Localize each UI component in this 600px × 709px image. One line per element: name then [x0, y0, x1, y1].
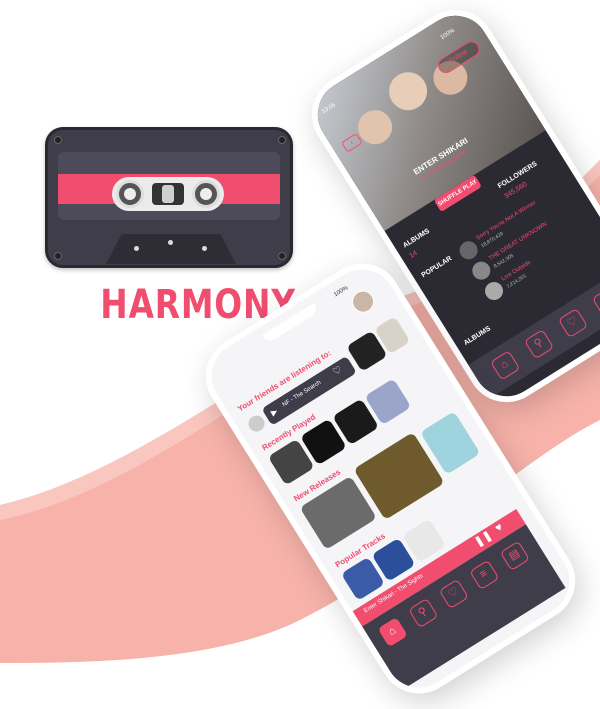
cassette-bottom: [106, 234, 236, 264]
avatar[interactable]: [347, 286, 379, 317]
screw-icon: [54, 136, 62, 144]
track-thumbnail: [481, 278, 507, 304]
play-icon: ▶: [269, 406, 280, 418]
status-battery: 100%: [333, 285, 350, 299]
brand-name: HARMONY: [100, 282, 296, 328]
list-icon[interactable]: ≡: [469, 559, 500, 591]
cassette-logo: [45, 127, 293, 268]
home-icon[interactable]: ⌂: [489, 350, 521, 381]
popular-label: POPULAR: [420, 255, 454, 280]
screw-icon: [278, 252, 286, 260]
heart-icon[interactable]: ♥: [493, 521, 505, 535]
screw-icon: [54, 252, 62, 260]
screw-icon: [278, 136, 286, 144]
albums-count: 14: [408, 249, 419, 260]
track-thumbnail: [456, 237, 481, 263]
radio-icon[interactable]: ▤: [499, 540, 531, 571]
heart-icon[interactable]: ♡: [438, 578, 469, 610]
cassette-window: [112, 177, 224, 211]
list-icon[interactable]: ≡: [591, 286, 600, 317]
track-thumbnail: [468, 258, 494, 284]
tape-window: [152, 183, 184, 205]
reel-icon: [192, 180, 220, 208]
search-icon[interactable]: ⚲: [408, 597, 439, 629]
search-icon[interactable]: ⚲: [523, 329, 555, 360]
albums-label: ALBUMS: [401, 227, 432, 250]
home-icon[interactable]: ⌂: [377, 616, 408, 648]
reel-icon: [116, 180, 144, 208]
heart-icon[interactable]: ♡: [557, 307, 589, 339]
heart-icon[interactable]: ♡: [331, 364, 344, 378]
albums-footer-label: ALBUMS: [462, 325, 492, 348]
friend-avatar: [245, 412, 268, 435]
